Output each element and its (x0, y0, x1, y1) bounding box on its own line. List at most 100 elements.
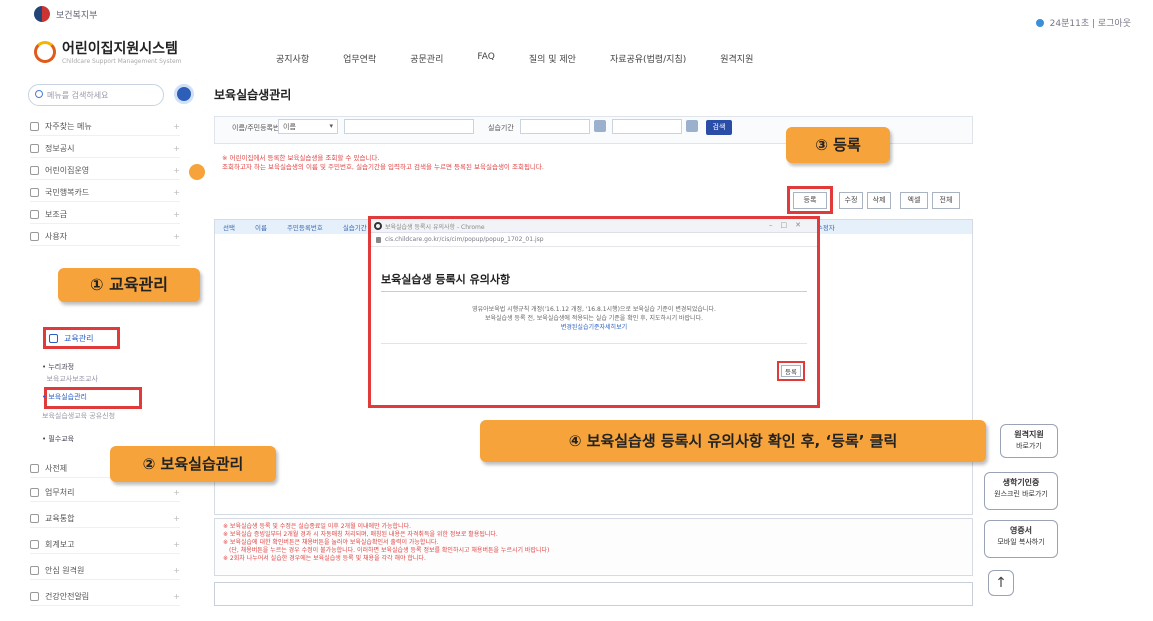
sidebar-item-safe[interactable]: 안심 원격원 + (30, 562, 180, 580)
menu-search-input[interactable]: 메뉴를 검색하세요 (28, 84, 164, 106)
popup-url: cis.childcare.go.kr/cis/cim/popup/popup_… (385, 236, 544, 243)
sidebar-item-label: 회계보고 (45, 540, 75, 549)
excel-button[interactable]: 엑셀 (900, 192, 928, 209)
sidebar-item-health[interactable]: 건강안전알림 + (30, 588, 180, 606)
edit-button[interactable]: 수정 (839, 192, 863, 209)
sidebar-toggle-button[interactable] (174, 84, 194, 104)
popup-address-bar: cis.childcare.go.kr/cis/cim/popup/popup_… (371, 233, 817, 247)
calendar-icon[interactable] (686, 120, 698, 132)
session-timer-logout[interactable]: 24분11초 | 로그아웃 (1050, 16, 1131, 29)
expand-icon: + (173, 144, 180, 153)
period-start-input[interactable] (520, 119, 590, 134)
col-period[interactable]: 실습기간 (343, 222, 367, 232)
nav-qna[interactable]: 질의 및 제안 (529, 52, 576, 65)
submenu-label: 보육실습관리 (48, 393, 87, 401)
bottom-note: ※ 2회차 나누어서 실습한 경우에는 보육실습생 등록 및 채용을 각각 해야… (223, 555, 426, 562)
notice-line: 조회하고자 하는 보육실습생의 이름 및 주민번호, 실습기간을 입력하고 검색… (222, 163, 544, 171)
ministry-logo: 보건복지부 (34, 6, 97, 22)
popup-window-title: 보육실습생 등록시 유의사항 - Chrome (385, 224, 485, 231)
nav-resources[interactable]: 자료공유(법령/지침) (610, 52, 686, 65)
education-icon (49, 333, 58, 343)
search-placeholder: 메뉴를 검색하세요 (47, 91, 109, 100)
delete-button[interactable]: 삭제 (867, 192, 891, 209)
submenu-teacher[interactable]: 보육교사보조교사 (42, 374, 98, 384)
submenu-required-education[interactable]: • 필수교육 (42, 434, 74, 444)
sidebar-item-education[interactable]: 교육관리 (43, 327, 120, 349)
callout-step2: ② 보육실습관리 (110, 446, 276, 482)
filter-type-select[interactable]: 이름 ▾ (278, 119, 338, 134)
sidebar-item-label: 건강안전알림 (45, 592, 90, 601)
period-end-input[interactable] (612, 119, 682, 134)
col-select[interactable]: 선택 (223, 222, 235, 232)
nav-document[interactable]: 공문관리 (410, 52, 443, 65)
expand-icon: + (173, 540, 180, 549)
submenu-practice-management[interactable]: • 보육실습관리 (42, 392, 87, 402)
register-button[interactable]: 등록 (793, 192, 827, 209)
sidebar-item-disclosure[interactable]: 정보공시 + (30, 140, 180, 158)
scroll-top-arrow-icon[interactable]: ↑ (988, 570, 1014, 596)
submenu-label: 누리과정 (48, 363, 75, 371)
group-icon (30, 514, 39, 523)
calendar-icon[interactable] (594, 120, 606, 132)
sidebar-item-subsidy[interactable]: 보조금 + (30, 206, 180, 224)
bottom-input-bar (214, 582, 973, 606)
period-label: 실습기간 (488, 124, 514, 132)
chart-icon (30, 232, 39, 241)
system-title: 어린이집지원시스템 (62, 41, 178, 57)
float-certificate[interactable]: 영증서 모바일 복사하기 (984, 520, 1058, 558)
sidebar-item-favorites[interactable]: 자주찾는 메뉴 + (30, 118, 180, 136)
global-nav: 공지사항 업무연락 공문관리 FAQ 질의 및 제안 자료공유(법령/지침) 원… (276, 52, 753, 65)
sidebar-item-processing[interactable]: 업무처리 + (30, 484, 180, 502)
submenu-nuri[interactable]: • 누리과정 (42, 362, 74, 372)
all-button[interactable]: 전체 (932, 192, 960, 209)
sidebar-item-integration[interactable]: 교육통합 + (30, 510, 180, 528)
bottom-note: (단, 채용버튼을 누르는 경우 수정이 불가능합니다. 이러하면 보육실습생 … (229, 547, 550, 554)
lock-icon (376, 237, 381, 243)
window-controls[interactable]: –□✕ (769, 221, 809, 229)
sidebar-item-happy-card[interactable]: 국민행복카드 + (30, 184, 180, 202)
sidebar-item-accounting[interactable]: 회계보고 + (30, 536, 180, 554)
submenu-practice-share[interactable]: 보육실습생교육 공유신청 (42, 412, 122, 420)
expand-icon: + (173, 566, 180, 575)
popup-register-highlight: 등록 (777, 361, 805, 381)
coin-icon (30, 210, 39, 219)
filter-keyword-input[interactable] (344, 119, 474, 134)
search-button[interactable]: 검색 (706, 120, 732, 135)
bottom-note: ※ 보육실습에 대한 확인버튼은 채용버튼을 눌러야 보육실습확인서 출력이 가… (223, 539, 439, 546)
divider (381, 291, 807, 292)
popup-register-button[interactable]: 등록 (781, 365, 801, 377)
sidebar-item-label: 교육관리 (64, 333, 94, 343)
expand-icon: + (173, 122, 180, 131)
nav-remote-support[interactable]: 원격지원 (720, 52, 753, 65)
bottom-note: ※ 보육실습생 등록 및 수정은 실습종료일 이후 2개월 이내에만 가능합니다… (223, 523, 411, 530)
bottom-notice-box: ※ 보육실습생 등록 및 수정은 실습종료일 이후 2개월 이내에만 가능합니다… (214, 518, 973, 576)
col-rrn[interactable]: 주민등록번호 (287, 222, 323, 232)
callout-step1: ① 교육관리 (58, 268, 200, 302)
sidebar-item-users[interactable]: 사용자 + (30, 228, 180, 246)
popup-body: 영유아보육법 시행규칙 개정('16.1.12 개정, '16.8.1시행)으로… (381, 305, 807, 332)
float-sub: 바로가기 (1016, 442, 1042, 450)
popup-detail-link[interactable]: 변경된실습기준자세히보기 (381, 323, 807, 332)
ministry-seal-icon (34, 6, 50, 22)
nav-notice[interactable]: 공지사항 (276, 52, 309, 65)
col-name[interactable]: 이름 (255, 222, 267, 232)
notification-dot (189, 164, 205, 180)
ledger-icon (30, 540, 39, 549)
sidebar-item-operation[interactable]: 어린이집운영 + (30, 162, 180, 180)
chevron-down-icon: ▾ (329, 122, 333, 130)
document-icon (30, 144, 39, 153)
nav-faq[interactable]: FAQ (477, 52, 494, 65)
float-remote-support[interactable]: 원격지원바로가기 (1000, 424, 1058, 458)
search-icon (35, 90, 43, 98)
submenu-label: 보육실습생교육 공유신청 (42, 412, 116, 420)
divider (381, 343, 807, 344)
nav-work-contact[interactable]: 업무연락 (343, 52, 376, 65)
system-logo[interactable]: 어린이집지원시스템 Childcare Support Management S… (34, 38, 181, 65)
float-certification[interactable]: 생학기인증 원스크린 바로가기 (984, 472, 1058, 510)
clock-icon (30, 488, 39, 497)
float-title: 원격지원 (1014, 430, 1044, 439)
expand-icon: + (173, 592, 180, 601)
expand-icon: + (173, 514, 180, 523)
expand-icon: + (173, 488, 180, 497)
bottom-note: ※ 보육실습 증빙일부터 2개월 경과 시 자동매칭 처리되며, 매칭된 내용은… (223, 531, 498, 538)
